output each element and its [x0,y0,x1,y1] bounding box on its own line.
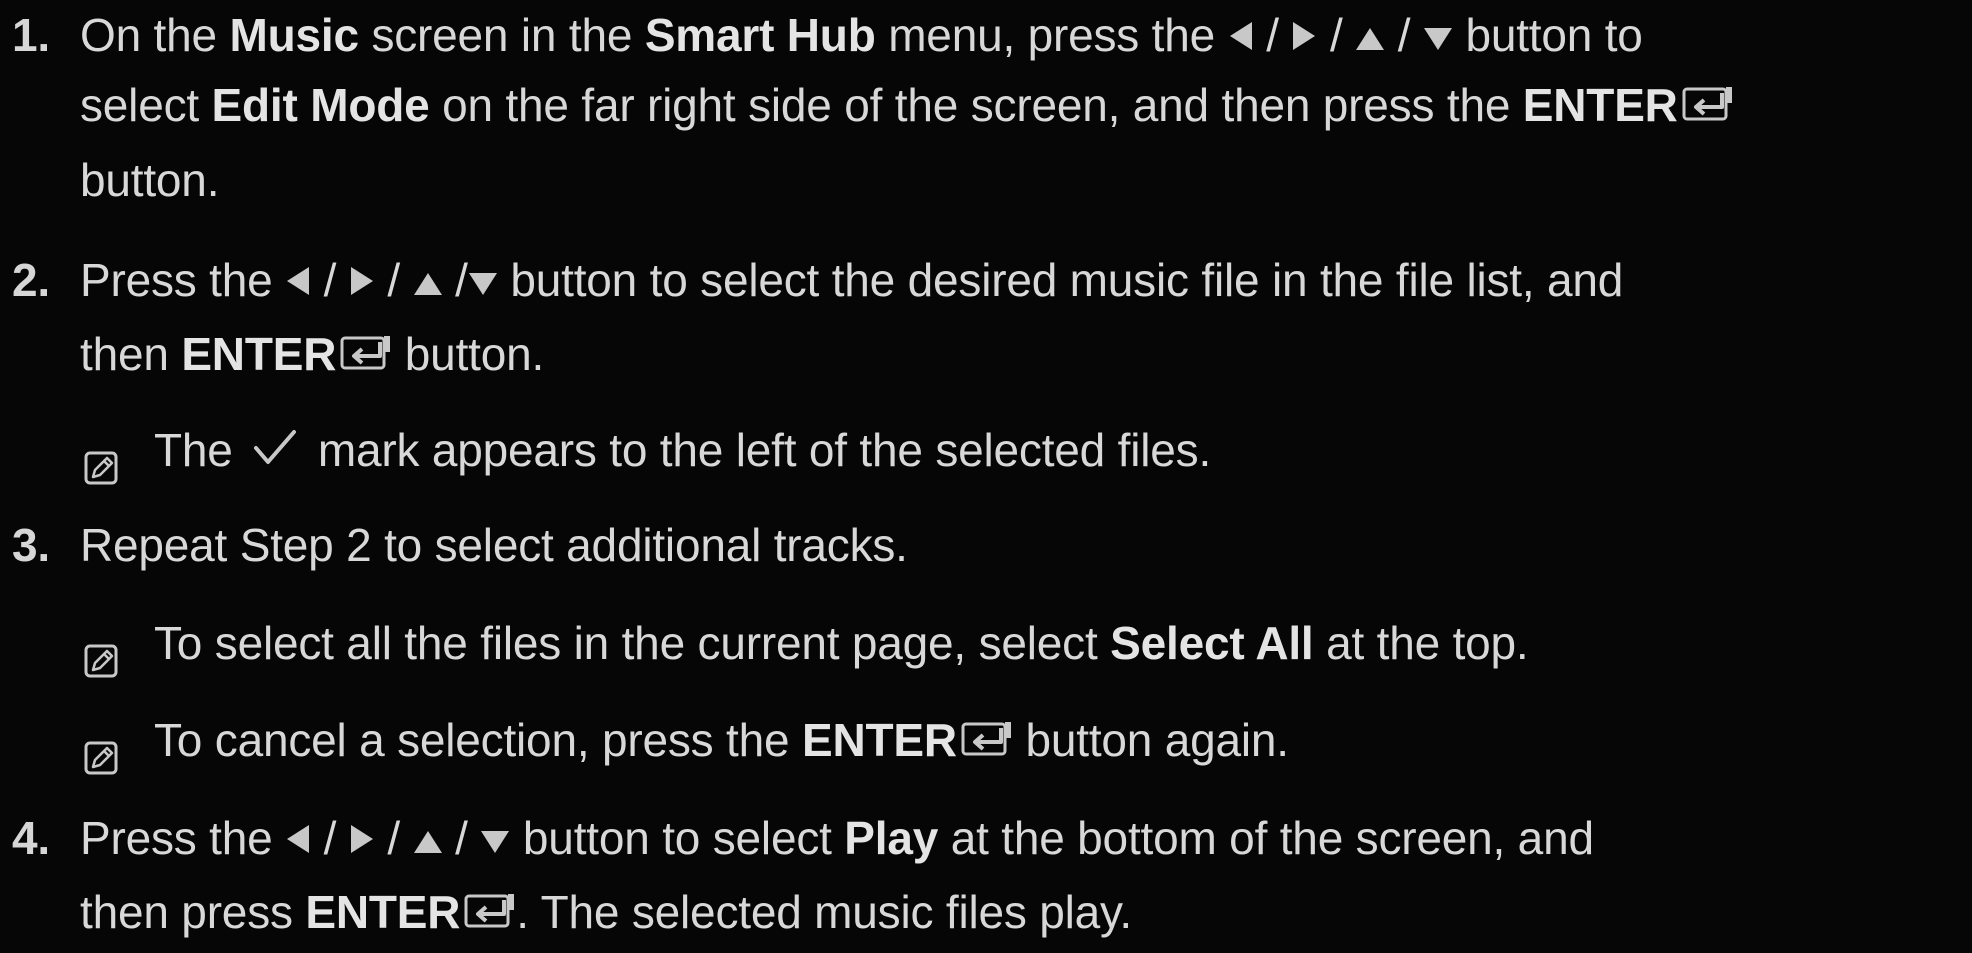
text-run: / [1317,9,1356,61]
text-run: button. [80,154,220,206]
down-arrow-icon [480,801,510,875]
step-number: 1. [12,9,50,61]
text-run: then [80,328,182,380]
checkmark-icon [253,415,297,489]
text-run: at the top. [1313,617,1529,669]
step-text: then ENTER button. [80,317,544,395]
note-text: To cancel a selection, press the ENTER b… [154,703,1289,781]
bold-term: ENTER [181,328,337,380]
step-text: Press the / / / button to select the des… [80,243,1623,321]
step-text: select Edit Mode on the far right side o… [80,68,1734,146]
text-run: select [80,79,212,131]
text-run: / [311,254,349,306]
bold-term: ENTER [801,714,957,766]
step-number: 4. [12,812,50,864]
text-run: screen in the [358,9,645,61]
bold-term: Music [229,9,359,61]
enter-icon [1682,68,1734,142]
note-icon [84,432,118,485]
text-run: Repeat Step 2 to select additional track… [80,519,908,571]
text-run: then press [80,886,306,938]
text-run: button to [1452,9,1643,61]
step-text: Repeat Step 2 to select additional track… [80,508,908,582]
step-text: Press the / / / button to select Play at… [80,801,1594,879]
note-icon [84,722,118,775]
text-run: / [442,812,481,864]
up-arrow-icon [413,801,443,875]
text-run: button to select [510,812,845,864]
text-run: To cancel a selection, press the [154,714,802,766]
text-run: On the [80,9,230,61]
enter-icon [340,317,392,391]
right-arrow-icon [349,801,375,875]
text-run: mark appears to the left of the selected… [305,424,1212,476]
text-run: on the far right side of the screen, and… [429,79,1523,131]
up-arrow-icon [1355,0,1385,72]
text-run: / [311,812,349,864]
text-run: menu, press the [875,9,1228,61]
text-run: . The selected music files play. [516,886,1133,938]
down-arrow-icon [1423,0,1453,72]
left-arrow-icon [285,801,311,875]
step-text: On the Music screen in the Smart Hub men… [80,0,1643,76]
bold-term: ENTER [1522,79,1678,131]
note-text: The mark appears to the left of the sele… [154,413,1211,491]
down-arrow-icon [468,243,498,317]
right-arrow-icon [349,243,375,317]
text-run: Press the [80,254,286,306]
note-icon [84,625,118,678]
text-run: The [154,424,246,476]
text-run: at the bottom of the screen, and [938,812,1594,864]
bold-term: Play [844,812,939,864]
text-run: / [374,254,413,306]
text-run: / [1385,9,1423,61]
step-text: button. [80,143,219,217]
text-run: button again. [1012,714,1289,766]
note-text: To select all the files in the current p… [154,606,1529,680]
right-arrow-icon [1291,0,1317,72]
enter-icon [464,875,516,949]
text-run: / [374,812,413,864]
manual-page: 1. On the Music screen in the Smart Hub m… [0,0,1972,942]
text-run: / [1253,9,1292,61]
text-run: To select all the files in the current p… [154,617,1111,669]
bold-term: Edit Mode [211,79,430,131]
text-run: button to select the desired music file … [497,254,1624,306]
enter-icon [961,703,1013,777]
bold-term: Smart Hub [644,9,876,61]
step-text: then press ENTER . The selected music fil… [80,875,1132,953]
left-arrow-icon [1228,0,1254,72]
text-run: Press the [80,812,286,864]
step-number: 3. [12,519,50,571]
step-number: 2. [12,254,50,306]
bold-term: ENTER [305,886,461,938]
left-arrow-icon [285,243,311,317]
bold-term: Select All [1110,617,1314,669]
text-run: / [442,254,468,306]
up-arrow-icon [413,243,443,317]
text-run: button. [392,328,545,380]
